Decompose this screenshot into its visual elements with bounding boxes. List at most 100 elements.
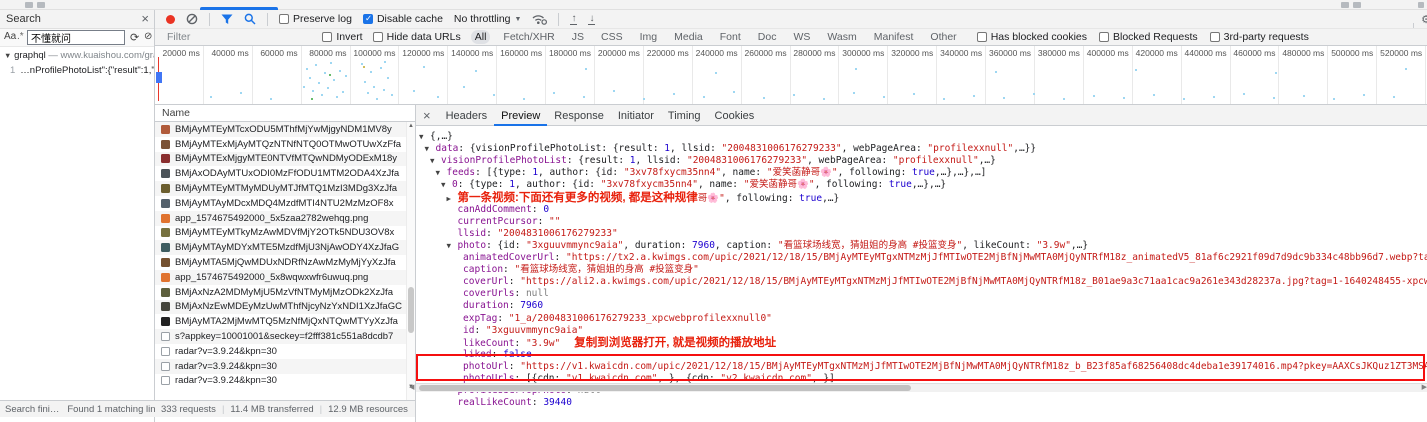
filter-chip-font[interactable]: Font (716, 30, 745, 44)
preview-line[interactable]: animatedCoverUrl: "https://tx2.a.kwimgs.… (452, 252, 1427, 264)
preview-line[interactable]: ▼{,…} (419, 131, 453, 143)
checkbox-icon[interactable] (1099, 32, 1109, 42)
filter-input[interactable]: Filter (167, 31, 190, 43)
chevron-down-icon[interactable]: ▼ (436, 167, 447, 179)
preview-line[interactable]: llsid: "2004831006176279233" (447, 228, 618, 240)
preview-line[interactable]: ▼data: {visionProfilePhotoList: {result:… (425, 143, 1037, 155)
table-row[interactable]: BMjAyMTA2MjMwMTQ5MzNfMjQxNTQwMTYyXzJfa (155, 314, 406, 329)
scroll-up-icon[interactable]: ▲ (408, 123, 414, 129)
checkbox-icon[interactable] (1210, 32, 1220, 42)
preview-line[interactable]: ▶第一条视频:下面还有更多的视频, 都是这种规律哥🌸", following: … (447, 192, 840, 204)
scroll-left-icon[interactable]: ◀ (409, 383, 414, 391)
details-horizontal-scrollbar[interactable]: ◀ ▶ (416, 383, 1427, 392)
preview-line[interactable]: ▼feeds: [{type: 1, author: {id: "3xv78fx… (436, 167, 987, 179)
checkbox-icon[interactable] (322, 32, 332, 42)
table-row[interactable]: app_1574675492000_5x5zaa2782wehqg.png (155, 211, 406, 226)
table-row[interactable]: radar?v=3.9.24&kpn=30 (155, 359, 406, 374)
table-row[interactable]: BMjAxODAyMTUxODI0MzFfODU1MTM2ODA4XzJfa (155, 166, 406, 181)
filter-chip-ws[interactable]: WS (789, 30, 814, 44)
import-har-icon[interactable]: ↑ (570, 14, 577, 25)
filter-chip-doc[interactable]: Doc (754, 30, 781, 44)
table-row[interactable]: s?appkey=10001001&seckey=f2fff381c551a8d… (155, 329, 406, 344)
chevron-down-icon[interactable]: ▼ (447, 240, 458, 252)
table-row[interactable]: app_1574675492000_5x8wqwxwfr6uwuq.png (155, 270, 406, 285)
preview-line[interactable]: id: "3xguuvmmync9aia" (452, 325, 583, 337)
preview-line[interactable]: ▼0: {type: 1, author: {id: "3xv78fxycm35… (441, 179, 946, 191)
chevron-down-icon[interactable]: ▼ (419, 131, 430, 143)
export-har-icon[interactable]: ↓ (588, 14, 595, 25)
tab-timing[interactable]: Timing (661, 105, 708, 126)
filter-chip-manifest[interactable]: Manifest (870, 30, 918, 44)
preserve-log-checkbox[interactable]: Preserve log (279, 13, 352, 25)
filter-chip-other[interactable]: Other (926, 30, 960, 44)
filter-chip-js[interactable]: JS (568, 30, 588, 44)
preview-line[interactable]: duration: 7960 (452, 300, 543, 312)
request-list-scrollbar[interactable]: ▲ ▼ (406, 122, 415, 400)
refresh-icon[interactable]: ⟳ (130, 31, 139, 44)
table-row[interactable]: BMjAyMTAyMDcxMDQ4MzdfMTI4NTU2MzMzOF8x (155, 196, 406, 211)
table-row[interactable]: radar?v=3.9.24&kpn=30 (155, 344, 406, 359)
disable-cache-checkbox[interactable]: Disable cache (363, 13, 443, 25)
request-list-name-header[interactable]: Name (155, 105, 415, 122)
network-overview-timeline[interactable]: 20000 ms40000 ms60000 ms80000 ms100000 m… (155, 46, 1427, 105)
throttling-select[interactable]: No throttling▼ (454, 13, 522, 25)
preview-line[interactable]: ▼photo: {id: "3xguuvmmync9aia", duration… (447, 240, 1089, 252)
table-row[interactable]: BMjAyMTEyMTMyMDUyMTJfMTQ1MzI3MDg3XzJfa (155, 181, 406, 196)
clear-network-log-icon[interactable] (186, 13, 198, 25)
network-search-icon[interactable] (244, 13, 256, 25)
table-row[interactable]: BMjAxNzEwMDEyMzUwMThfNjcyNzYxNDI1XzJfaGC (155, 300, 406, 315)
table-row[interactable]: BMjAyMTEyMTkyMzAwMDVfMjY2OTk5NDU3OV8x (155, 226, 406, 241)
filter-chip-img[interactable]: Img (636, 30, 662, 44)
search-result-group[interactable]: ▼ graphql — www.kuaishou.com/gra… (0, 47, 154, 63)
filter-chip-fetchxhr[interactable]: Fetch/XHR (499, 30, 558, 44)
preview-line[interactable]: likeCount: "3.9w"复制到浏览器打开, 就是视频的播放地址 (452, 337, 776, 349)
table-row[interactable]: BMjAyMTEyMTcxODU5MThfMjYwMjgyNDM1MV8y (155, 122, 406, 137)
checkbox-icon[interactable] (977, 32, 987, 42)
search-input[interactable] (27, 30, 125, 45)
table-row[interactable]: radar?v=3.9.24&kpn=30 (155, 374, 406, 389)
checkbox-icon[interactable] (373, 32, 383, 42)
checkbox-checked-icon[interactable] (363, 14, 373, 24)
preview-line[interactable]: caption: "看篮球场线宽，猜姐姐的身高 #投篮变身" (452, 264, 699, 276)
expand-caret-icon[interactable]: ▼ (4, 51, 11, 60)
preview-line[interactable]: expTag: "1_a/2004831006176279233_xpcwebp… (452, 313, 772, 325)
hide-data-urls-checkbox[interactable]: Hide data URLs (373, 31, 461, 43)
settings-gear-icon[interactable]: ⚙ (1421, 13, 1427, 26)
filter-funnel-icon[interactable] (221, 14, 233, 25)
filter-chip-css[interactable]: CSS (597, 30, 627, 44)
preview-line[interactable]: realLikeCount: 39440 (447, 397, 572, 409)
preview-line[interactable]: coverUrls: null (452, 288, 549, 300)
tab-initiator[interactable]: Initiator (611, 105, 661, 126)
chevron-down-icon[interactable]: ▼ (425, 143, 436, 155)
filter-checkbox-3rd-party-requests[interactable]: 3rd-party requests (1210, 31, 1309, 43)
table-row[interactable]: BMjAyMTExMjgyMTE0NTVfMTQwNDMyODExM18y (155, 152, 406, 167)
filter-checkbox-has-blocked-cookies[interactable]: Has blocked cookies (977, 31, 1087, 43)
scrollbar-thumb[interactable] (419, 385, 911, 391)
tab-response[interactable]: Response (547, 105, 611, 126)
preview-line[interactable]: ▼visionProfilePhotoList: {result: 1, lls… (430, 155, 996, 167)
filter-checkbox-blocked-requests[interactable]: Blocked Requests (1099, 31, 1198, 43)
table-row[interactable]: BMjAyMTA5MjQwMDUxNDRfNzAwMzMyMjYyXzJfa (155, 255, 406, 270)
invert-checkbox[interactable]: Invert (322, 31, 362, 43)
filter-chip-media[interactable]: Media (670, 30, 707, 44)
record-button[interactable] (166, 15, 175, 24)
search-result-line[interactable]: 1…nProfilePhotoList":{"result":1,"ll… (0, 63, 154, 78)
scroll-right-icon[interactable]: ▶ (1422, 383, 1427, 391)
scrollbar-thumb[interactable] (408, 287, 414, 333)
regex-button[interactable]: .* (17, 31, 24, 42)
checkbox-icon[interactable] (279, 14, 289, 24)
tab-preview[interactable]: Preview (494, 105, 547, 126)
table-row[interactable]: BMjAxNzA2MDMyMjU5MzVfNTMyMjMzODk2XzJfa (155, 285, 406, 300)
clear-search-icon[interactable]: ⊘ (144, 31, 152, 42)
close-icon[interactable]: × (141, 11, 149, 26)
match-case-button[interactable]: Aa (4, 31, 16, 42)
tab-headers[interactable]: Headers (439, 105, 495, 126)
preview-line[interactable]: currentPcursor: "" (447, 216, 561, 228)
filter-chip-wasm[interactable]: Wasm (823, 30, 860, 44)
preview-line[interactable]: coverUrl: "https://ali2.a.kwimgs.com/upi… (452, 276, 1427, 288)
table-row[interactable]: BMjAyMTExMjAyMTQzNTNfNTQ0OTMwOTUwXzFfa (155, 137, 406, 152)
filter-chip-all[interactable]: All (471, 30, 491, 44)
close-details-icon[interactable]: × (416, 108, 439, 123)
tab-cookies[interactable]: Cookies (708, 105, 762, 126)
network-conditions-icon[interactable] (532, 13, 547, 25)
